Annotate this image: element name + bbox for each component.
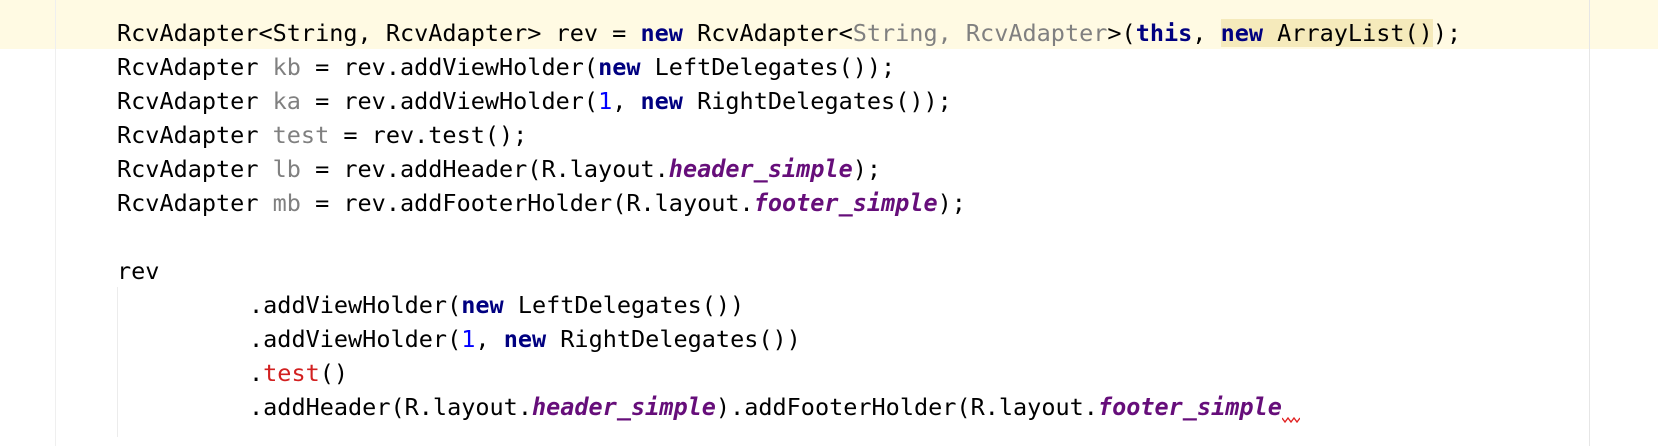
- keyword-token: this: [1135, 19, 1193, 47]
- code-token: rev: [117, 257, 160, 285]
- code-token: );: [852, 155, 882, 183]
- code-token: );: [937, 189, 966, 217]
- code-token: >(: [1107, 19, 1136, 47]
- static-field-token: footer_simple: [1097, 393, 1282, 421]
- code-token: RightDelegates()): [546, 325, 801, 353]
- code-token: ArrayList(: [1263, 19, 1419, 47]
- keyword-token: new: [598, 53, 641, 81]
- code-token: );: [1432, 19, 1462, 47]
- code-line-1[interactable]: RcvAdapter<String, RcvAdapter> rev = new…: [117, 16, 1461, 50]
- code-token: RcvAdapter: [117, 121, 273, 149]
- identifier-token: ka: [272, 87, 301, 115]
- code-editor[interactable]: RcvAdapter<String, RcvAdapter> rev = new…: [0, 0, 1658, 446]
- identifier-token: test: [272, 121, 330, 149]
- identifier-token: lb: [272, 155, 301, 183]
- number-literal-token: 1: [598, 87, 613, 115]
- code-token: LeftDelegates()): [503, 291, 745, 319]
- code-token: = rev.addFooterHolder(R.layout.: [300, 189, 754, 217]
- code-token: = rev.addViewHolder(: [300, 53, 599, 81]
- keyword-token: new: [503, 325, 547, 353]
- gutter-divider: [55, 0, 56, 446]
- code-token: RcvAdapter<String, RcvAdapter> rev =: [117, 19, 641, 47]
- identifier-token: kb: [272, 53, 301, 81]
- code-line-4[interactable]: RcvAdapter test = rev.test();: [117, 118, 527, 152]
- number-literal-token: 1: [461, 325, 476, 353]
- keyword-token: new: [640, 19, 683, 47]
- code-line-6[interactable]: RcvAdapter mb = rev.addFooterHolder(R.la…: [117, 186, 966, 220]
- code-token: .: [249, 359, 264, 387]
- keyword-token: new: [640, 87, 683, 115]
- static-field-token: footer_simple: [753, 189, 938, 217]
- code-line-10[interactable]: .addViewHolder(1, new RightDelegates()): [117, 322, 801, 356]
- code-line-12[interactable]: .addHeader(R.layout.header_simple).addFo…: [117, 390, 1300, 424]
- code-line-11[interactable]: .test(): [117, 356, 348, 390]
- code-line-5[interactable]: RcvAdapter lb = rev.addHeader(R.layout.h…: [117, 152, 881, 186]
- code-token: RightDelegates());: [682, 87, 952, 115]
- code-line-8[interactable]: rev: [117, 254, 159, 288]
- code-token: (): [319, 359, 349, 387]
- right-margin-guide: [1589, 0, 1590, 446]
- static-field-token: header_simple: [668, 155, 853, 183]
- error-squiggle-icon: [1281, 414, 1300, 424]
- identifier-token: mb: [272, 189, 301, 217]
- code-token: RcvAdapter: [117, 53, 273, 81]
- code-token: RcvAdapter<: [682, 19, 853, 47]
- code-token: .addHeader(R.layout.: [249, 393, 532, 421]
- keyword-token: new: [461, 291, 504, 319]
- static-field-token: header_simple: [531, 393, 716, 421]
- identifier-token: String, RcvAdapter: [852, 19, 1108, 47]
- keyword-token: new: [1220, 19, 1264, 47]
- code-token: = rev.addHeader(R.layout.: [300, 155, 669, 183]
- code-token: ,: [612, 87, 641, 115]
- code-token: .addViewHolder(: [249, 291, 462, 319]
- code-line-2[interactable]: RcvAdapter kb = rev.addViewHolder(new Le…: [117, 50, 895, 84]
- code-token: ).addFooterHolder(R.layout.: [715, 393, 1098, 421]
- code-token: RcvAdapter: [117, 189, 273, 217]
- error-token: test: [263, 359, 320, 387]
- code-token: RcvAdapter: [117, 155, 273, 183]
- code-line-9[interactable]: .addViewHolder(new LeftDelegates()): [117, 288, 744, 322]
- code-token: RcvAdapter: [117, 87, 273, 115]
- code-token: ,: [475, 325, 504, 353]
- code-token: = rev.test();: [329, 121, 528, 149]
- code-token: .addViewHolder(: [249, 325, 462, 353]
- code-line-3[interactable]: RcvAdapter ka = rev.addViewHolder(1, new…: [117, 84, 952, 118]
- code-token: = rev.addViewHolder(: [300, 87, 599, 115]
- code-token: ,: [1192, 19, 1221, 47]
- matched-brace-token: ): [1418, 19, 1433, 47]
- code-token: LeftDelegates());: [640, 53, 896, 81]
